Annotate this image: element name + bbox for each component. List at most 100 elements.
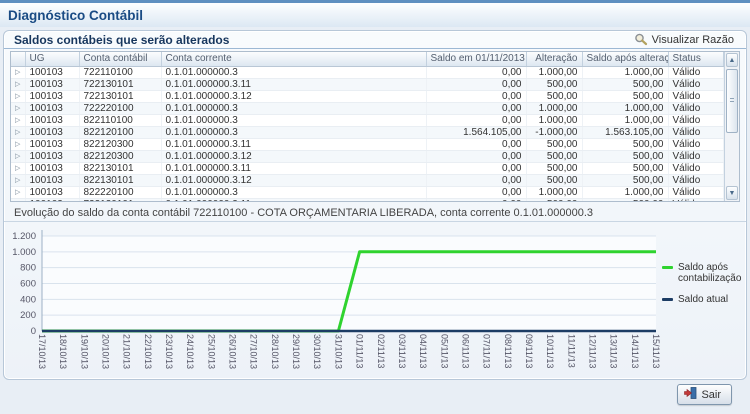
- table-cell: Válido: [668, 114, 724, 126]
- table-row[interactable]: ▷1001037221301010.1.01.000000.3.110,0050…: [11, 198, 724, 202]
- x-tick-label: 21/10/13: [119, 334, 135, 382]
- x-tick-label: 02/11/13: [373, 334, 389, 382]
- row-expander-icon[interactable]: ▷: [11, 90, 25, 102]
- row-expander-icon[interactable]: ▷: [11, 114, 25, 126]
- row-expander-icon[interactable]: ▷: [11, 66, 25, 78]
- table-header: UGConta contábilConta correnteSaldo em 0…: [11, 52, 724, 66]
- table-cell: 100103: [25, 78, 79, 90]
- column-header[interactable]: Alteração: [526, 52, 582, 66]
- column-header[interactable]: Conta corrente: [161, 52, 426, 66]
- row-expander-icon[interactable]: ▷: [11, 126, 25, 138]
- x-tick-label: 27/10/13: [246, 334, 262, 382]
- table-cell: 722130101: [79, 198, 161, 202]
- legend-label: Saldo atual: [678, 294, 728, 305]
- window-title-bar: Diagnóstico Contábil: [0, 0, 750, 27]
- column-header[interactable]: Status: [668, 52, 724, 66]
- x-tick-label: 17/10/13: [34, 334, 50, 382]
- table-cell: 0,00: [426, 102, 526, 114]
- row-expander-icon[interactable]: ▷: [11, 78, 25, 90]
- table-cell: 0.1.01.000000.3.12: [161, 150, 426, 162]
- table-cell: 1.563.105,00: [582, 126, 668, 138]
- chart-area: 02004006008001.0001.200 17/10/1318/10/13…: [10, 222, 744, 382]
- scrollbar-thumb[interactable]: [726, 69, 738, 133]
- row-expander-icon[interactable]: ▷: [11, 198, 25, 202]
- row-expander-icon[interactable]: ▷: [11, 150, 25, 162]
- row-expander-icon[interactable]: ▷: [11, 102, 25, 114]
- table-cell: 100103: [25, 186, 79, 198]
- x-tick-label: 18/10/13: [55, 334, 71, 382]
- table-cell: 0.1.01.000000.3.12: [161, 90, 426, 102]
- x-tick-label: 28/10/13: [267, 334, 283, 382]
- x-tick-label: 23/10/13: [161, 334, 177, 382]
- x-tick-label: 29/10/13: [288, 334, 304, 382]
- table-cell: 0.1.01.000000.3: [161, 114, 426, 126]
- table-cell: 822120100: [79, 126, 161, 138]
- table-cell: 722130101: [79, 90, 161, 102]
- row-expander-icon[interactable]: ▷: [11, 186, 25, 198]
- table-row[interactable]: ▷1001037221301010.1.01.000000.3.110,0050…: [11, 78, 724, 90]
- table-cell: 100103: [25, 162, 79, 174]
- table-cell: 722110100: [79, 66, 161, 78]
- magnifier-icon: [634, 33, 648, 46]
- scrollbar-grip: [730, 98, 734, 104]
- table-cell: 0,00: [426, 78, 526, 90]
- row-expander-icon[interactable]: ▷: [11, 162, 25, 174]
- visualizar-razao-button[interactable]: Visualizar Razão: [630, 32, 738, 47]
- table-scrollbar[interactable]: ▲ ▼: [724, 52, 739, 201]
- x-tick-label: 31/10/13: [330, 334, 346, 382]
- table-cell: 500,00: [582, 198, 668, 202]
- sair-label: Sair: [701, 389, 721, 401]
- table-row[interactable]: ▷1001038221101000.1.01.000000.30,001.000…: [11, 114, 724, 126]
- column-header[interactable]: Saldo após alteração: [582, 52, 668, 66]
- x-tick-label: 09/11/13: [521, 334, 537, 382]
- table-cell: 0,00: [426, 66, 526, 78]
- table-cell: 0,00: [426, 114, 526, 126]
- legend-label: Saldo após contabilização: [678, 262, 744, 284]
- table-cell: 500,00: [526, 198, 582, 202]
- table-cell: 822120300: [79, 138, 161, 150]
- column-header[interactable]: Conta contábil: [79, 52, 161, 66]
- panel-title: Saldos contábeis que serão alterados: [14, 33, 229, 47]
- table-cell: 822220100: [79, 186, 161, 198]
- x-tick-label: 13/11/13: [606, 334, 622, 382]
- table-cell: 0.1.01.000000.3.11: [161, 78, 426, 90]
- row-expander-icon[interactable]: ▷: [11, 174, 25, 186]
- column-header[interactable]: Saldo em 01/11/2013: [426, 52, 526, 66]
- table-cell: 0,00: [426, 150, 526, 162]
- legend-swatch: [662, 266, 673, 269]
- table-cell: 500,00: [526, 138, 582, 150]
- table-row[interactable]: ▷1001038221201000.1.01.000000.31.564.105…: [11, 126, 724, 138]
- table-cell: 0.1.01.000000.3: [161, 126, 426, 138]
- x-tick-label: 25/10/13: [203, 334, 219, 382]
- table-cell: Válido: [668, 174, 724, 186]
- scrollbar-up-arrow-icon[interactable]: ▲: [726, 53, 738, 67]
- table-row[interactable]: ▷1001038221203000.1.01.000000.3.110,0050…: [11, 138, 724, 150]
- x-tick-label: 01/11/13: [352, 334, 368, 382]
- table-cell: 0.1.01.000000.3: [161, 66, 426, 78]
- table-cell: 0.1.01.000000.3.11: [161, 162, 426, 174]
- table-row[interactable]: ▷1001037221101000.1.01.000000.30,001.000…: [11, 66, 724, 78]
- x-tick-label: 04/11/13: [415, 334, 431, 382]
- table-cell: Válido: [668, 90, 724, 102]
- x-tick-label: 12/11/13: [584, 334, 600, 382]
- scrollbar-down-arrow-icon[interactable]: ▼: [726, 186, 738, 200]
- table-row[interactable]: ▷1001038221301010.1.01.000000.3.110,0050…: [11, 162, 724, 174]
- table-cell: Válido: [668, 186, 724, 198]
- svg-text:200: 200: [20, 310, 36, 321]
- svg-text:1.200: 1.200: [12, 231, 36, 242]
- table-row[interactable]: ▷1001037221301010.1.01.000000.3.120,0050…: [11, 90, 724, 102]
- column-header[interactable]: UG: [25, 52, 79, 66]
- x-tick-label: 26/10/13: [225, 334, 241, 382]
- table-cell: 500,00: [526, 78, 582, 90]
- x-tick-label: 11/11/13: [563, 334, 579, 382]
- row-expander-icon[interactable]: ▷: [11, 138, 25, 150]
- table-row[interactable]: ▷1001038222201000.1.01.000000.30,001.000…: [11, 186, 724, 198]
- sair-button[interactable]: Sair: [677, 384, 732, 405]
- table-row[interactable]: ▷1001038221301010.1.01.000000.3.120,0050…: [11, 174, 724, 186]
- table-cell: 500,00: [526, 90, 582, 102]
- table-cell: 822130101: [79, 162, 161, 174]
- table-row[interactable]: ▷1001038221203000.1.01.000000.3.120,0050…: [11, 150, 724, 162]
- table-cell: 500,00: [582, 174, 668, 186]
- table-cell: Válido: [668, 66, 724, 78]
- table-row[interactable]: ▷1001037222201000.1.01.000000.30,001.000…: [11, 102, 724, 114]
